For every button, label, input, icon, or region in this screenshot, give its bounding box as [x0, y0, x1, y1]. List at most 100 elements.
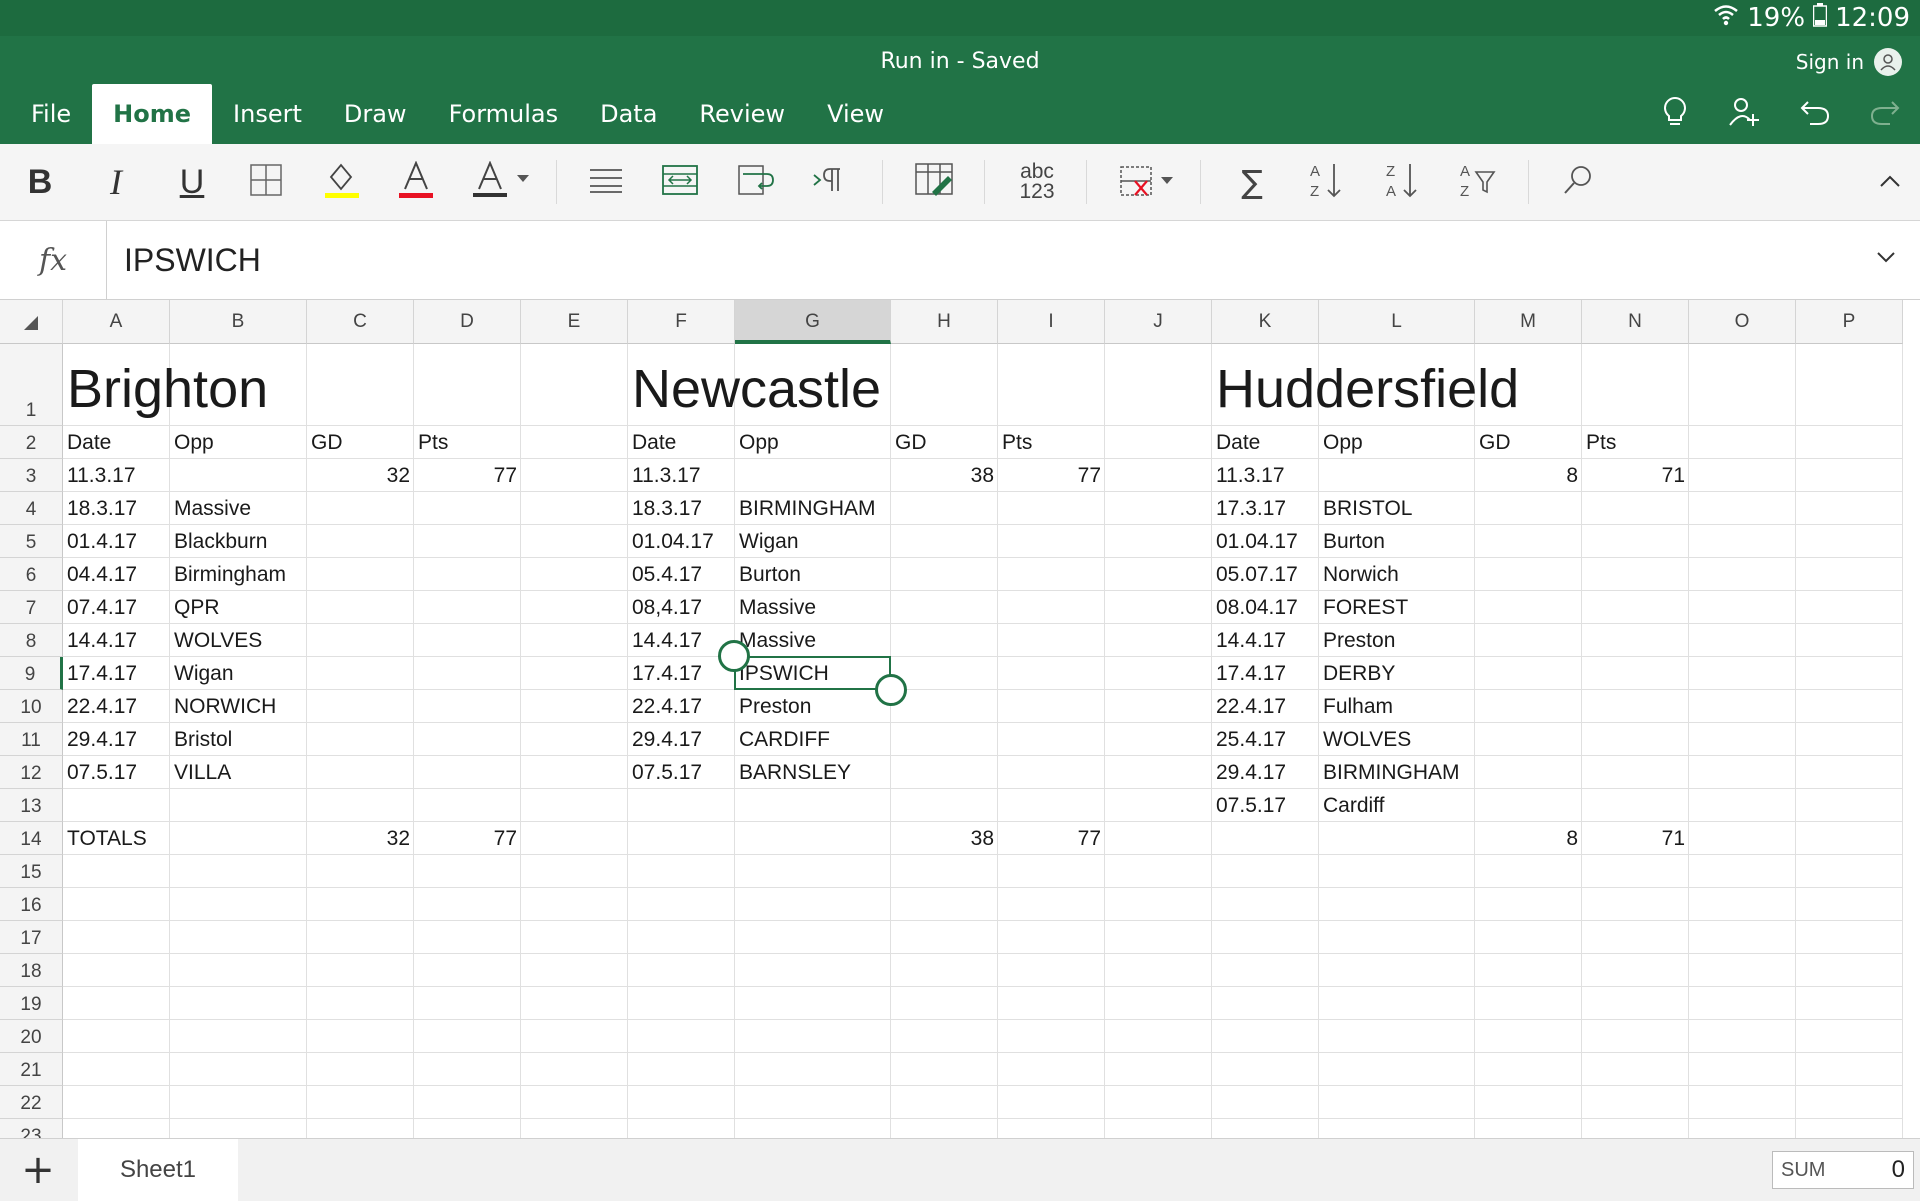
cell-l4[interactable]: BRISTOL: [1319, 492, 1416, 525]
cell-a8[interactable]: 14.4.17: [63, 624, 141, 657]
cell-k10[interactable]: 22.4.17: [1212, 690, 1290, 723]
cell-b4[interactable]: Massive: [170, 492, 255, 525]
italic-button[interactable]: I: [86, 152, 146, 212]
selection-handle-start[interactable]: [718, 640, 750, 672]
row-header-9[interactable]: 9: [0, 657, 63, 690]
column-header-i[interactable]: I: [998, 300, 1105, 344]
cell-g12[interactable]: BARNSLEY: [735, 756, 855, 789]
cell-l12[interactable]: BIRMINGHAM: [1319, 756, 1464, 789]
cell-g6[interactable]: Burton: [735, 558, 805, 591]
cell-i3[interactable]: 77: [998, 459, 1105, 492]
column-header-n[interactable]: N: [1582, 300, 1689, 344]
cell-a6[interactable]: 04.4.17: [63, 558, 141, 591]
share-user-icon[interactable]: [1728, 96, 1760, 132]
column-header-h[interactable]: H: [891, 300, 998, 344]
redo-icon[interactable]: [1870, 98, 1900, 130]
cell-l13[interactable]: Cardiff: [1319, 789, 1388, 822]
sign-in-button[interactable]: Sign in: [1796, 46, 1902, 78]
column-header-f[interactable]: F: [628, 300, 735, 344]
cell-f8[interactable]: 14.4.17: [628, 624, 706, 657]
row-header-14[interactable]: 14: [0, 822, 63, 855]
selection-handle-end[interactable]: [875, 674, 907, 706]
tab-draw[interactable]: Draw: [323, 84, 428, 144]
row-header-10[interactable]: 10: [0, 690, 63, 723]
cell-b7[interactable]: QPR: [170, 591, 224, 624]
tab-home[interactable]: Home: [92, 84, 213, 144]
cell-k13[interactable]: 07.5.17: [1212, 789, 1290, 822]
wrap-text-button[interactable]: [726, 152, 786, 212]
cell-l8[interactable]: Preston: [1319, 624, 1399, 657]
lightbulb-icon[interactable]: [1662, 96, 1688, 132]
function-icon[interactable]: fx: [0, 221, 107, 299]
cell-h3[interactable]: 38: [891, 459, 998, 492]
autosum-button[interactable]: ∑: [1222, 152, 1282, 212]
row-header-2[interactable]: 2: [0, 426, 63, 459]
tab-view[interactable]: View: [806, 84, 905, 144]
cell-f6[interactable]: 05.4.17: [628, 558, 706, 591]
row-header-17[interactable]: 17: [0, 921, 63, 954]
add-sheet-button[interactable]: +: [0, 1139, 76, 1201]
cell-f12[interactable]: 07.5.17: [628, 756, 706, 789]
cell-k6[interactable]: 05.07.17: [1212, 558, 1302, 591]
cell-a10[interactable]: 22.4.17: [63, 690, 141, 723]
cell-k2[interactable]: Date: [1212, 426, 1264, 459]
cell-l9[interactable]: DERBY: [1319, 657, 1399, 690]
cell-f7[interactable]: 08,4.17: [628, 591, 706, 624]
cell-f9[interactable]: 17.4.17: [628, 657, 706, 690]
cell-k8[interactable]: 14.4.17: [1212, 624, 1290, 657]
tab-insert[interactable]: Insert: [212, 84, 323, 144]
cell-h14[interactable]: 38: [891, 822, 998, 855]
cell-a14[interactable]: TOTALS: [63, 822, 151, 855]
cell-b8[interactable]: WOLVES: [170, 624, 266, 657]
tab-file[interactable]: File: [10, 84, 92, 144]
row-header-3[interactable]: 3: [0, 459, 63, 492]
cell-n3[interactable]: 71: [1582, 459, 1689, 492]
cell-c2[interactable]: GD: [307, 426, 347, 459]
cell-d3[interactable]: 77: [414, 459, 521, 492]
column-header-e[interactable]: E: [521, 300, 628, 344]
merge-button[interactable]: [650, 152, 710, 212]
sort-descending-button[interactable]: ZA: [1372, 152, 1432, 212]
cell-a9[interactable]: 17.4.17: [63, 657, 141, 690]
tab-data[interactable]: Data: [579, 84, 678, 144]
row-header-13[interactable]: 13: [0, 789, 63, 822]
row-header-22[interactable]: 22: [0, 1086, 63, 1119]
cell-l2[interactable]: Opp: [1319, 426, 1367, 459]
cell-c3[interactable]: 32: [307, 459, 414, 492]
cell-f11[interactable]: 29.4.17: [628, 723, 706, 756]
cell-b6[interactable]: Birmingham: [170, 558, 290, 591]
status-sum[interactable]: SUM 0: [1772, 1151, 1914, 1189]
undo-icon[interactable]: [1800, 98, 1830, 130]
cell-b5[interactable]: Blackburn: [170, 525, 271, 558]
cell-b11[interactable]: Bristol: [170, 723, 236, 756]
collapse-ribbon-button[interactable]: [1860, 152, 1920, 212]
spreadsheet-grid[interactable]: A B C D E F G H I J K L M N O P 1 2 3 4 5 6 7 8 9 10 11 12 13 14 15 16 1…: [0, 300, 1920, 1138]
column-header-a[interactable]: A: [63, 300, 170, 344]
cell-g7[interactable]: Massive: [735, 591, 820, 624]
cell-a4[interactable]: 18.3.17: [63, 492, 141, 525]
row-header-16[interactable]: 16: [0, 888, 63, 921]
delete-cells-button[interactable]: [1114, 152, 1180, 212]
row-header-12[interactable]: 12: [0, 756, 63, 789]
cell-g5[interactable]: Wigan: [735, 525, 803, 558]
cell-a7[interactable]: 07.4.17: [63, 591, 141, 624]
row-header-18[interactable]: 18: [0, 954, 63, 987]
row-header-11[interactable]: 11: [0, 723, 63, 756]
expand-formula-button[interactable]: [1876, 249, 1896, 268]
cell-l7[interactable]: FOREST: [1319, 591, 1412, 624]
cell-m3[interactable]: 8: [1475, 459, 1582, 492]
column-header-j[interactable]: J: [1105, 300, 1212, 344]
cell-k12[interactable]: 29.4.17: [1212, 756, 1290, 789]
column-header-m[interactable]: M: [1475, 300, 1582, 344]
cell-m14[interactable]: 8: [1475, 822, 1582, 855]
font-options-button[interactable]: [468, 152, 538, 212]
row-header-15[interactable]: 15: [0, 855, 63, 888]
row-header-5[interactable]: 5: [0, 525, 63, 558]
tab-review[interactable]: Review: [678, 84, 806, 144]
cell-i14[interactable]: 77: [998, 822, 1105, 855]
tab-formulas[interactable]: Formulas: [428, 84, 580, 144]
number-format-button[interactable]: abc 123: [1004, 152, 1070, 212]
cell-d2[interactable]: Pts: [414, 426, 452, 459]
row-header-7[interactable]: 7: [0, 591, 63, 624]
cell-k9[interactable]: 17.4.17: [1212, 657, 1290, 690]
